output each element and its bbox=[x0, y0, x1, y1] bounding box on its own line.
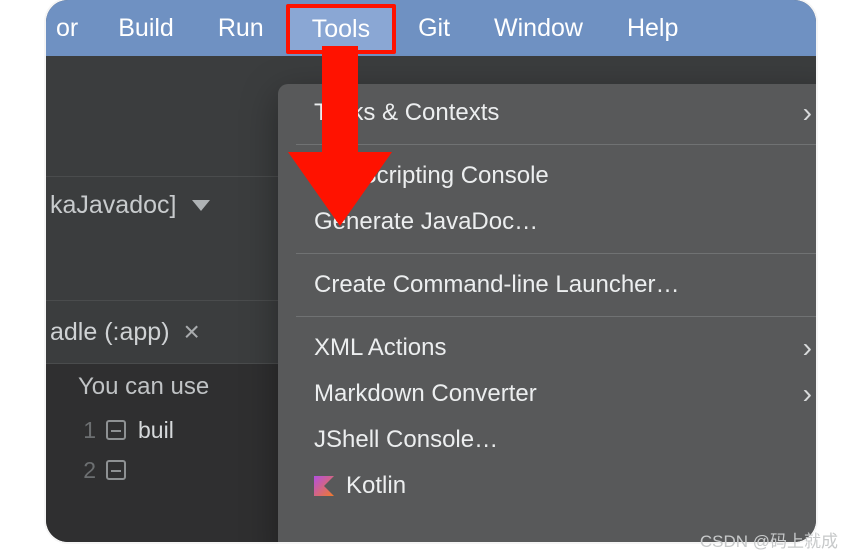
menu-item-build[interactable]: Build bbox=[96, 0, 196, 56]
chevron-right-icon: › bbox=[803, 97, 812, 129]
menu-item-ide-scripting[interactable]: IDE Scripting Console bbox=[278, 153, 816, 199]
menu-item-kotlin[interactable]: Kotlin bbox=[278, 463, 816, 509]
menu-item-tools[interactable]: Tools bbox=[286, 4, 396, 54]
menu-item-markdown-converter[interactable]: Markdown Converter › bbox=[278, 371, 816, 417]
menu-item-label: Create Command-line Launcher… bbox=[314, 271, 680, 299]
chevron-right-icon: › bbox=[803, 332, 812, 364]
menu-separator bbox=[296, 253, 816, 254]
menu-separator bbox=[296, 144, 816, 145]
menu-item-cmdline-launcher[interactable]: Create Command-line Launcher… bbox=[278, 262, 816, 308]
ide-window: or Build Run Tools Git Window Help k kaJ… bbox=[46, 0, 816, 542]
breadcrumb-bar[interactable]: kaJavadoc] bbox=[46, 176, 278, 234]
menu-item-label: Tasks & Contexts bbox=[314, 99, 499, 127]
menu-item-window[interactable]: Window bbox=[472, 0, 605, 56]
kotlin-icon bbox=[314, 476, 334, 496]
code-line[interactable]: 1 buil bbox=[46, 410, 278, 450]
menu-item-label: IDE Scripting Console bbox=[314, 162, 549, 190]
menu-item-label: XML Actions bbox=[314, 334, 447, 362]
editor-tab-label: adle (:app) bbox=[50, 318, 170, 347]
menu-item-xml-actions[interactable]: XML Actions › bbox=[278, 325, 816, 371]
menu-separator bbox=[296, 316, 816, 317]
chevron-right-icon: › bbox=[803, 378, 812, 410]
tools-dropdown: Tasks & Contexts › IDE Scripting Console… bbox=[278, 84, 816, 542]
menu-item-run[interactable]: Run bbox=[196, 0, 286, 56]
menu-item-label: JShell Console… bbox=[314, 426, 498, 454]
code-text: buil bbox=[138, 417, 174, 444]
line-number: 2 bbox=[46, 457, 106, 484]
menu-item-jshell-console[interactable]: JShell Console… bbox=[278, 417, 816, 463]
menu-item-truncated[interactable]: or bbox=[46, 0, 96, 56]
fold-icon[interactable] bbox=[106, 420, 126, 440]
menu-item-tasks-contexts[interactable]: Tasks & Contexts › bbox=[278, 90, 816, 136]
editor-tab[interactable]: adle (:app) × bbox=[46, 300, 278, 364]
line-number: 1 bbox=[46, 417, 106, 444]
menu-item-label: Generate JavaDoc… bbox=[314, 208, 538, 236]
menu-item-label: Markdown Converter bbox=[314, 380, 537, 408]
menu-item-help[interactable]: Help bbox=[605, 0, 700, 56]
close-icon[interactable]: × bbox=[184, 316, 200, 348]
breadcrumb-text: kaJavadoc] bbox=[50, 191, 176, 220]
fold-icon[interactable] bbox=[106, 460, 126, 480]
menu-item-git[interactable]: Git bbox=[396, 0, 472, 56]
watermark: CSDN @码上就成 bbox=[700, 527, 838, 552]
menu-item-generate-javadoc[interactable]: Generate JavaDoc… bbox=[278, 199, 816, 245]
code-line[interactable]: 2 bbox=[46, 450, 278, 490]
editor-hint: You can use bbox=[46, 364, 278, 410]
chevron-down-icon[interactable] bbox=[192, 200, 210, 211]
editor-area: You can use 1 buil 2 bbox=[46, 364, 278, 542]
menubar: or Build Run Tools Git Window Help bbox=[46, 0, 816, 56]
menu-item-label: Kotlin bbox=[346, 472, 406, 500]
